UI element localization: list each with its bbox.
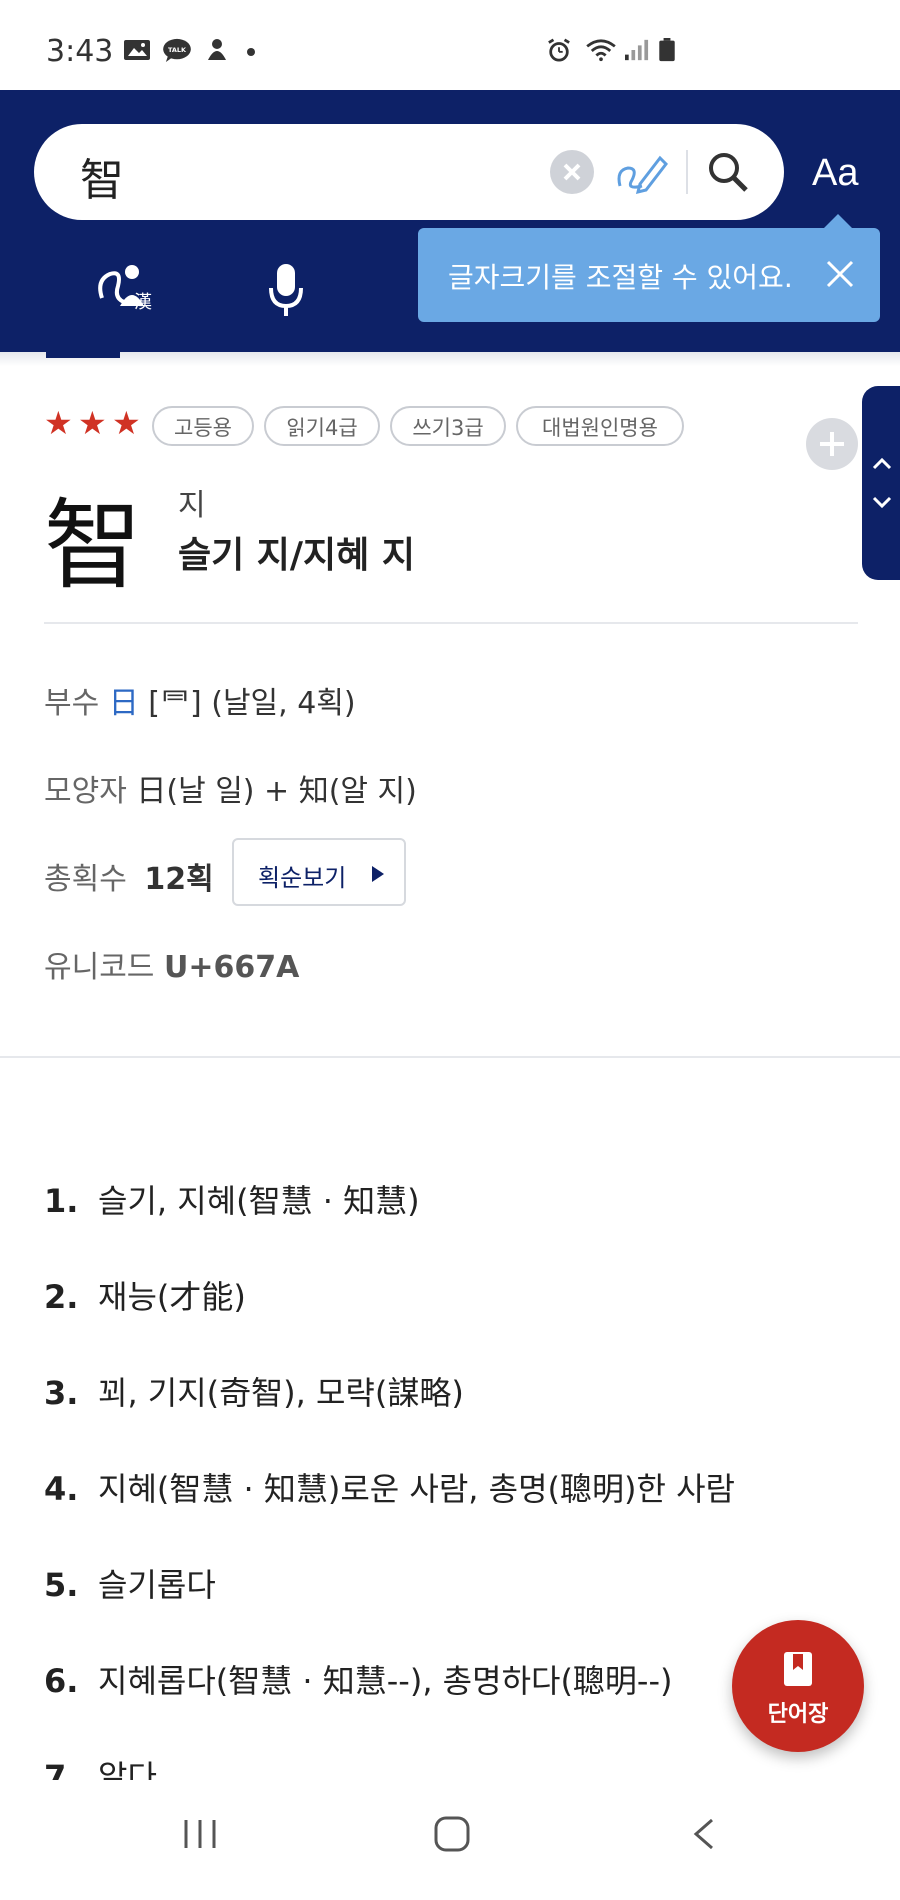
star-icon: ★ — [44, 404, 73, 442]
shape-row: 모양자 日(날 일) + 知(알 지) — [44, 766, 417, 810]
definition-item: 1. 슬기, 지혜(智慧 · 知慧) — [44, 1182, 420, 1220]
badge-reading-grade: 읽기4급 — [264, 406, 380, 446]
system-nav-bar — [0, 1780, 900, 1900]
tooltip-arrow — [824, 214, 852, 228]
svg-text:漢: 漢 — [134, 292, 152, 312]
handwriting-icon[interactable] — [614, 146, 670, 198]
bookmark-icon — [784, 1652, 812, 1686]
status-time: 3:43 — [46, 34, 114, 69]
badge-writing-grade: 쓰기3급 — [390, 406, 506, 446]
tooltip-text: 글자크기를 조절할 수 있어요. — [448, 261, 793, 294]
shape-label: 모양자 — [44, 774, 127, 809]
radical-link[interactable]: 日 — [109, 686, 139, 721]
unicode-value: U+667A — [163, 950, 300, 985]
wordbook-label: 단어장 — [767, 1702, 829, 1727]
battery-icon — [659, 38, 675, 62]
search-icon[interactable] — [704, 146, 752, 198]
badge-level: 고등용 — [152, 406, 254, 446]
dot-icon — [247, 48, 255, 56]
microphone-icon[interactable] — [268, 262, 304, 318]
stroke-order-label: 획순보기 — [258, 864, 347, 892]
play-triangle-icon — [372, 866, 384, 882]
star-icon: ★ — [112, 404, 141, 442]
shape-value: 日(날 일) + 知(알 지) — [136, 774, 417, 809]
wifi-icon — [586, 39, 616, 62]
definition-item: 4. 지혜(智慧 · 知慧)로운 사람, 총명(聰明)한 사람 — [44, 1470, 735, 1508]
alarm-icon — [548, 38, 570, 62]
svg-text:TALK: TALK — [168, 46, 187, 54]
close-icon[interactable] — [820, 254, 860, 294]
hanja-radical-input-icon[interactable]: 漢 — [94, 258, 158, 312]
font-size-tooltip: 글자크기를 조절할 수 있어요. — [418, 228, 880, 322]
status-bar: 3:43 TALK — [0, 0, 900, 90]
definition-item: 2. 재능(才能) — [44, 1278, 246, 1316]
kakaotalk-icon: TALK — [163, 38, 191, 62]
definition-item: 5. 슬기롭다 — [44, 1566, 216, 1604]
unicode-row: 유니코드 U+667A — [44, 942, 299, 986]
assistant-icon — [208, 39, 226, 60]
radical-row: 부수 日 [⺜] (날일, 4획) — [44, 678, 356, 722]
header-shadow — [0, 352, 900, 366]
radical-detail: [⺜] (날일, 4획) — [148, 686, 356, 721]
radical-label: 부수 — [44, 686, 100, 721]
back-icon[interactable] — [690, 1816, 718, 1852]
unicode-label: 유니코드 — [44, 950, 155, 985]
badge-name-use: 대법원인명용 — [516, 406, 684, 446]
stroke-count-value: 12획 — [144, 862, 214, 897]
recent-apps-icon[interactable] — [180, 1816, 220, 1852]
signal-icon — [625, 39, 649, 61]
hanja-meaning: 슬기 지/지혜 지 — [178, 535, 415, 576]
star-icon: ★ — [78, 404, 107, 442]
stroke-order-button[interactable]: 획순보기 — [232, 838, 406, 906]
home-icon[interactable] — [432, 1814, 472, 1854]
definition-item: 6. 지혜롭다(智慧 · 知慧--), 총명하다(聰明--) — [44, 1662, 673, 1700]
chevron-up-down-icon[interactable] — [870, 454, 894, 514]
search-divider — [686, 150, 688, 194]
hanja-reading: 지 — [178, 488, 206, 523]
clear-icon[interactable] — [550, 150, 594, 194]
search-input[interactable]: 智 — [80, 144, 124, 208]
wordbook-fab[interactable]: 단어장 — [732, 1620, 864, 1752]
hanja-character: 智 — [44, 489, 143, 603]
definition-item: 3. 꾀, 기지(奇智), 모략(謀略) — [44, 1374, 464, 1412]
section-divider — [0, 1056, 900, 1058]
stroke-count-label: 총획수 — [44, 862, 127, 897]
search-bar[interactable]: 智 — [34, 124, 784, 220]
gallery-icon — [124, 40, 150, 60]
side-scroll-nav[interactable] — [862, 386, 900, 580]
tab-indicator — [46, 352, 120, 358]
divider — [44, 622, 858, 624]
font-size-button[interactable]: Aa — [812, 152, 858, 195]
stroke-count-row: 총획수 12획 — [44, 854, 214, 898]
add-to-wordbook-button[interactable] — [806, 418, 858, 470]
